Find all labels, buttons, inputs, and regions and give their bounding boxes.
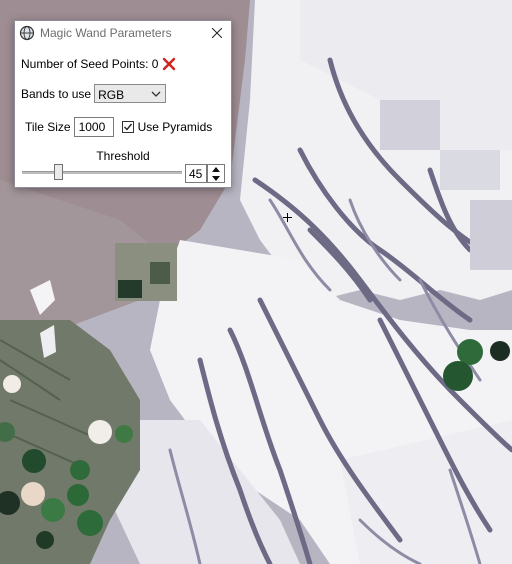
tile-row: Tile Size 1000 Use Pyramids: [25, 117, 212, 137]
chevron-down-icon: [151, 91, 161, 97]
triangle-down-icon: [212, 175, 220, 181]
close-button[interactable]: [203, 21, 231, 45]
bands-select[interactable]: RGB: [94, 84, 167, 103]
checkmark-icon: [123, 123, 132, 131]
threshold-spinner: [207, 164, 225, 183]
threshold-slider-track[interactable]: [22, 171, 182, 174]
magic-wand-dialog: Magic Wand Parameters Number of Seed Poi…: [14, 20, 232, 188]
spin-up-button[interactable]: [208, 165, 224, 173]
bands-select-value: RGB: [98, 88, 125, 102]
app-globe-icon: [19, 25, 35, 41]
tile-size-label: Tile Size: [25, 120, 71, 134]
dialog-title: Magic Wand Parameters: [40, 26, 172, 40]
spin-down-button[interactable]: [208, 174, 224, 182]
seed-points-row: Number of Seed Points: 0: [21, 57, 176, 71]
use-pyramids-toggle[interactable]: Use Pyramids: [121, 120, 213, 134]
use-pyramids-checkbox[interactable]: [121, 121, 134, 133]
clear-seeds-button[interactable]: [162, 57, 176, 71]
tile-size-input[interactable]: 1000: [73, 117, 114, 137]
triangle-up-icon: [212, 166, 220, 172]
threshold-input[interactable]: 45: [185, 164, 207, 183]
bands-row: Bands to use RGB: [21, 84, 167, 103]
threshold-label: Threshold: [96, 149, 150, 163]
threshold-slider-thumb[interactable]: [54, 164, 63, 180]
crosshair-cursor-icon: [283, 211, 292, 222]
title-bar[interactable]: Magic Wand Parameters: [15, 21, 231, 45]
red-x-icon: [163, 57, 176, 71]
close-icon: [212, 28, 222, 38]
seed-points-label: Number of Seed Points: 0: [21, 57, 159, 71]
use-pyramids-label: Use Pyramids: [137, 120, 213, 134]
bands-label: Bands to use: [21, 86, 92, 101]
